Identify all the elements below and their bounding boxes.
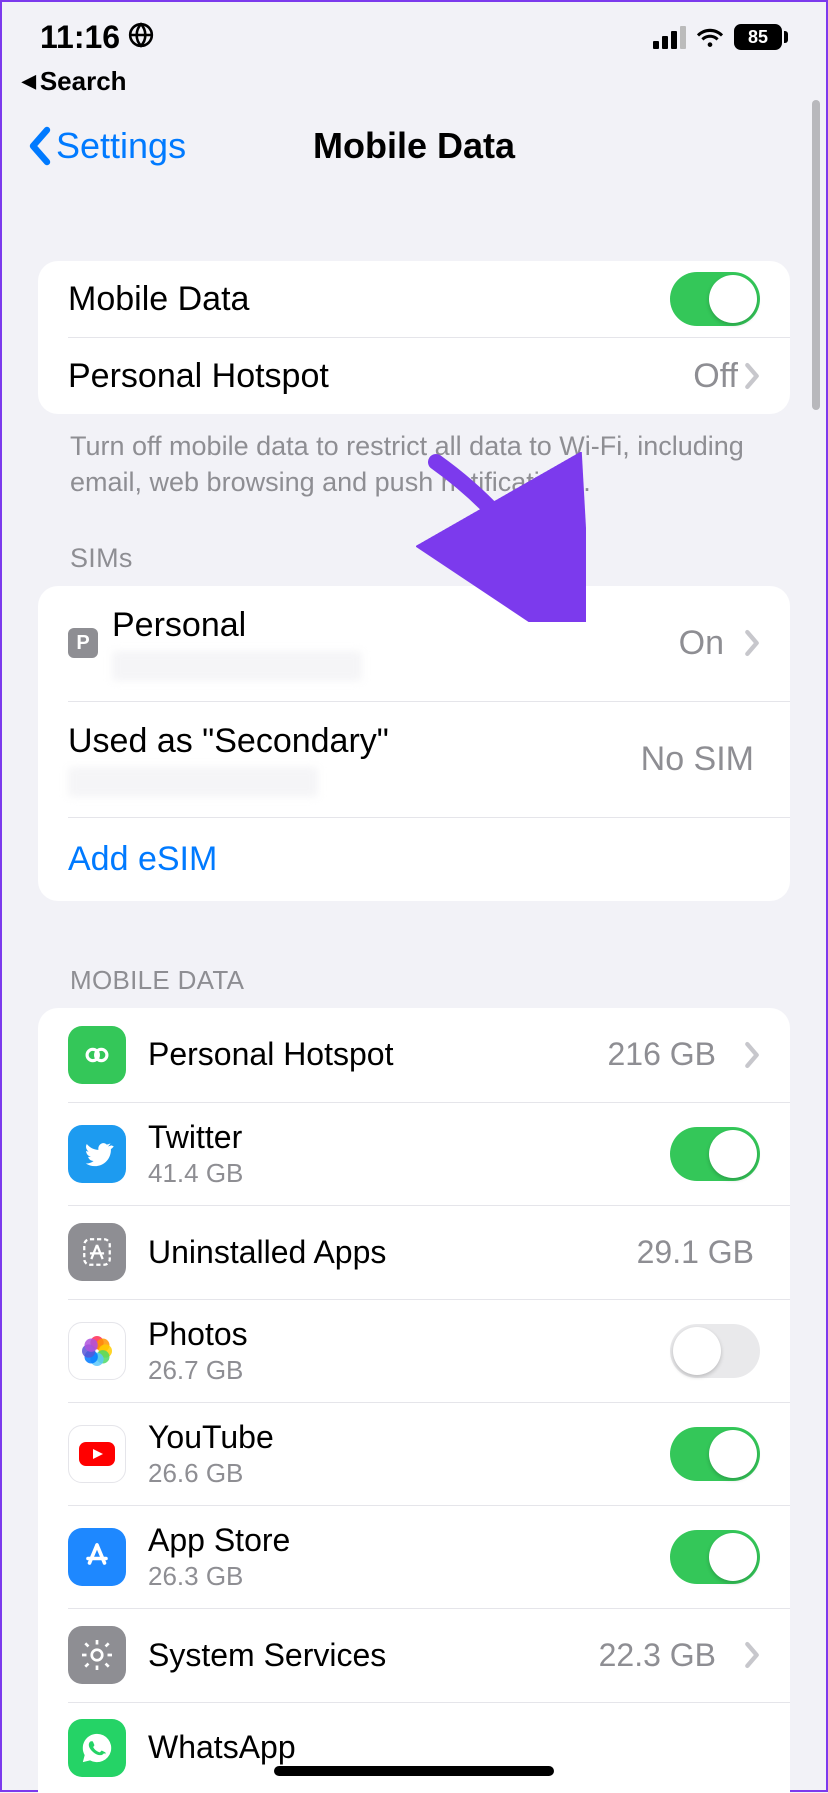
nav-back-label: Settings	[56, 125, 186, 167]
status-right: 85	[653, 24, 788, 50]
app-size: 41.4 GB	[148, 1158, 648, 1189]
chevron-right-icon	[744, 362, 760, 390]
app-row-personal-hotspot[interactable]: Personal Hotspot 216 GB	[38, 1008, 790, 1102]
mobile-data-label: Mobile Data	[68, 280, 670, 319]
personal-hotspot-value: Off	[693, 357, 738, 396]
app-name: Photos	[148, 1316, 648, 1353]
sim-personal-name: Personal	[112, 606, 665, 645]
app-row-twitter[interactable]: Twitter 41.4 GB	[68, 1102, 790, 1205]
app-name: App Store	[148, 1522, 648, 1559]
app-name: WhatsApp	[148, 1729, 760, 1766]
photos-icon	[68, 1322, 126, 1380]
app-row-youtube[interactable]: YouTube 26.6 GB	[68, 1402, 790, 1505]
app-name: Twitter	[148, 1119, 648, 1156]
twitter-toggle[interactable]	[670, 1127, 760, 1181]
status-bar: 11:16 85	[2, 2, 826, 62]
sim-personal-detail-redacted	[112, 651, 362, 681]
mobile-data-usage-header: MOBILE DATA	[38, 965, 790, 1008]
app-row-appstore[interactable]: App Store 26.3 GB	[68, 1505, 790, 1608]
mobile-data-group: Mobile Data Personal Hotspot Off	[38, 261, 790, 414]
wifi-icon	[696, 26, 724, 48]
app-size: 26.6 GB	[148, 1458, 648, 1489]
nav-back-button[interactable]: Settings	[26, 125, 186, 167]
app-value: 22.3 GB	[599, 1637, 716, 1674]
app-size: 26.7 GB	[148, 1355, 648, 1386]
mobile-data-row[interactable]: Mobile Data	[38, 261, 790, 337]
globe-icon	[128, 19, 154, 56]
personal-hotspot-row[interactable]: Personal Hotspot Off	[38, 338, 790, 414]
sim-secondary-row[interactable]: Used as "Secondary" No SIM	[38, 702, 790, 817]
twitter-icon	[68, 1125, 126, 1183]
appstore-icon	[68, 1528, 126, 1586]
youtube-toggle[interactable]	[670, 1427, 760, 1481]
sim-secondary-name: Used as "Secondary"	[68, 722, 627, 761]
app-value: 216 GB	[607, 1036, 716, 1073]
app-value: 29.1 GB	[637, 1234, 754, 1271]
app-name: Personal Hotspot	[148, 1036, 585, 1073]
gear-icon	[68, 1626, 126, 1684]
chevron-right-icon	[744, 629, 760, 657]
mobile-data-footer: Turn off mobile data to restrict all dat…	[38, 414, 790, 501]
sim-secondary-detail-redacted	[68, 767, 318, 797]
chevron-right-icon	[744, 1641, 760, 1669]
scroll-indicator	[812, 100, 820, 410]
app-row-photos[interactable]: Photos 26.7 GB	[68, 1299, 790, 1402]
appstore-toggle[interactable]	[670, 1530, 760, 1584]
usage-group: Personal Hotspot 216 GB Twitter 41.4 GB …	[38, 1008, 790, 1793]
youtube-icon	[68, 1425, 126, 1483]
app-row-whatsapp[interactable]: WhatsApp	[68, 1702, 790, 1793]
app-row-uninstalled: Uninstalled Apps 29.1 GB	[68, 1205, 790, 1299]
sim-secondary-value: No SIM	[641, 740, 754, 779]
sims-header: SIMs	[38, 543, 790, 586]
battery-icon: 85	[734, 24, 788, 50]
app-row-system-services[interactable]: System Services 22.3 GB	[68, 1608, 790, 1702]
whatsapp-icon	[68, 1719, 126, 1777]
app-size: 26.3 GB	[148, 1561, 648, 1592]
add-esim-button[interactable]: Add eSIM	[38, 818, 790, 901]
app-name: System Services	[148, 1637, 577, 1674]
status-left: 11:16	[40, 19, 154, 56]
sim-personal-value: On	[679, 624, 724, 663]
uninstalled-apps-icon	[68, 1223, 126, 1281]
chevron-left-icon	[26, 126, 52, 166]
nav-bar: Settings Mobile Data	[2, 105, 826, 187]
sims-group: P Personal On Used as "Secondary" No SIM…	[38, 586, 790, 901]
personal-hotspot-label: Personal Hotspot	[68, 357, 693, 396]
app-name: YouTube	[148, 1419, 648, 1456]
cellular-signal-icon	[653, 26, 686, 49]
battery-percent: 85	[748, 27, 768, 48]
sim-personal-row[interactable]: P Personal On	[38, 586, 790, 701]
status-time: 11:16	[40, 19, 120, 56]
back-to-search[interactable]: ◀ Search	[2, 66, 826, 97]
app-name: Uninstalled Apps	[148, 1234, 615, 1271]
back-triangle-icon: ◀	[22, 71, 36, 92]
mobile-data-toggle[interactable]	[670, 272, 760, 326]
home-indicator[interactable]	[274, 1766, 554, 1776]
back-search-label: Search	[40, 66, 127, 97]
sim-badge-icon: P	[68, 628, 98, 658]
photos-toggle[interactable]	[670, 1324, 760, 1378]
hotspot-icon	[68, 1026, 126, 1084]
chevron-right-icon	[744, 1041, 760, 1069]
